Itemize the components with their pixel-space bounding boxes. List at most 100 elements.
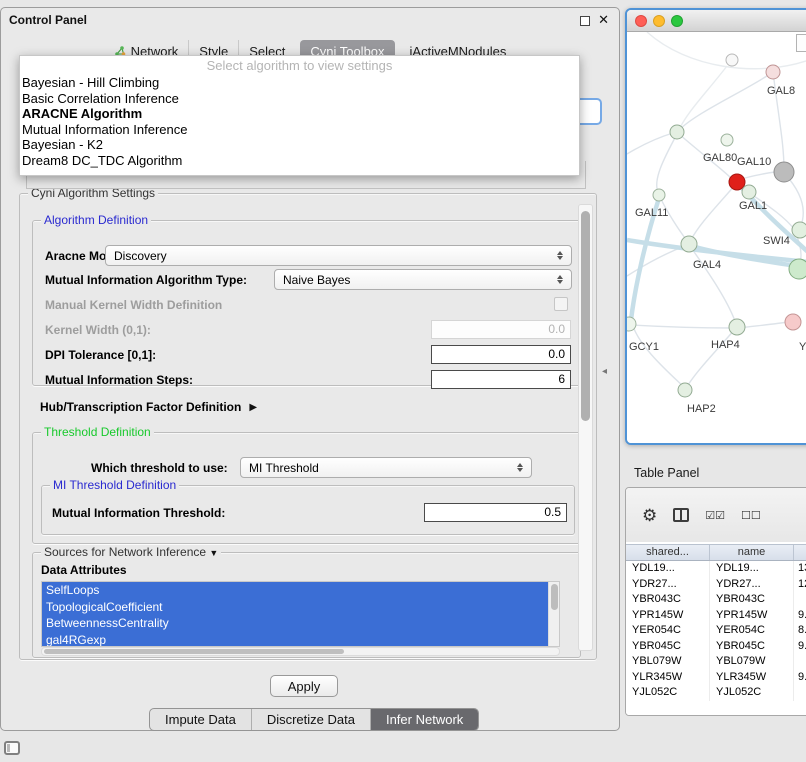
float-window-icon[interactable] [580,16,590,26]
zoom-traffic-light[interactable] [671,15,683,27]
algorithm-option[interactable]: Basic Correlation Inference [20,91,579,107]
aracne-mode-combobox[interactable]: Discovery [105,245,572,266]
which-threshold-combobox[interactable]: MI Threshold [240,457,532,478]
mi-threshold-label: Mutual Information Threshold: [52,506,225,520]
kernel-width-field: 0.0 [431,320,571,339]
node [681,236,697,252]
table-toolbar: ⚙ ☑☑ ☐☐ [626,488,806,542]
expand-right-icon: ▶ [249,402,257,413]
horizontal-scrollbar[interactable] [41,647,560,656]
collapse-down-icon: ▼ [209,548,218,558]
node-label: GAL1 [739,200,767,212]
algorithm-option[interactable]: Dream8 DC_TDC Algorithm [20,153,579,169]
node [670,125,684,139]
list-item-selected[interactable]: TopologicalCoefficient [42,599,559,616]
mi-threshold-definition-group: MI Threshold Definition Mutual Informati… [41,485,575,535]
settings-gear-icon[interactable]: ⚙ [642,507,657,524]
algorithm-option[interactable]: Bayesian - Hill Climbing [20,75,579,91]
dpi-tolerance-field[interactable]: 0.0 [431,345,571,364]
hub-definition-label: Hub/Transcription Factor Definition [40,400,241,414]
node-label: GAL80 [703,152,737,164]
table-row[interactable]: YBR045CYBR045C9. [626,639,806,655]
algorithm-combobox-fragment[interactable] [580,98,602,125]
table-row[interactable]: YBR043CYBR043C [626,592,806,608]
algorithm-option[interactable]: Mutual Information Inference [20,122,579,138]
deselect-columns-icon[interactable]: ☐☐ [741,509,761,522]
node [792,222,806,238]
table-row[interactable]: YDR27...YDR27...12 [626,577,806,593]
popup-placeholder: Select algorithm to view settings [20,56,579,75]
table-row[interactable]: YER054CYER054C8. [626,623,806,639]
hub-definition-toggle[interactable]: Hub/Transcription Factor Definition ▶ [40,400,257,414]
table-panel-window: ⚙ ☑☑ ☐☐ shared... name YDL19...YDL19...1… [625,487,806,716]
column-header-partial[interactable] [794,545,806,560]
node-label: GAL11 [635,207,668,219]
combobox-value: Discovery [106,249,552,263]
mi-steps-field[interactable]: 6 [431,370,571,389]
sources-title: Sources for Network Inference [44,545,206,559]
tab-infer-network[interactable]: Infer Network [370,709,478,730]
network-window-titlebar [627,10,806,32]
select-columns-icon[interactable]: ☑☑ [705,509,725,522]
table-row[interactable]: YBL079WYBL079W [626,654,806,670]
node [726,54,738,66]
node-label: Y [799,341,806,353]
column-header-shared-name[interactable]: shared... [626,545,710,560]
node [729,319,745,335]
kernel-width-label: Kernel Width (0,1): [45,323,151,337]
list-item-selected[interactable]: BetweennessCentrality [42,615,559,632]
table-row[interactable]: YDL19...YDL19...13 [626,561,806,577]
algorithm-dropdown-popup: Select algorithm to view settings Bayesi… [19,55,580,176]
scrollbar-thumb[interactable] [581,211,590,421]
node-label: GAL8 [767,85,795,97]
network-view-window: GAL8 GAL80 GAL10 GAL11 GAL1 SWI4 GAL4 GC… [625,8,806,445]
node [678,383,692,397]
column-header-name[interactable]: name [710,545,794,560]
group-title: Algorithm Definition [41,213,151,227]
bottom-tab-bar: Impute Data Discretize Data Infer Networ… [149,708,479,731]
node [789,259,806,279]
node-pink [785,314,801,330]
data-attributes-label: Data Attributes [41,563,127,577]
algorithm-definition-group: Algorithm Definition Aracne Mode: Discov… [32,220,581,386]
combobox-value: Naive Bayes [275,273,552,287]
combobox-stepper-icon [552,248,567,264]
threshold-definition-group: Threshold Definition Which threshold to … [32,432,581,544]
which-threshold-label: Which threshold to use: [91,461,228,475]
apply-button[interactable]: Apply [270,675,338,697]
close-traffic-light[interactable] [635,15,647,27]
mi-steps-label: Mutual Information Steps: [45,373,193,387]
sources-toggle[interactable]: Sources for Network Inference ▼ [41,545,221,560]
list-item-selected[interactable]: SelfLoops [42,582,559,599]
algorithm-option[interactable]: Bayesian - K2 [20,137,579,153]
control-panel-titlebar: Control Panel ✕ [1,8,619,34]
restore-panel-icon[interactable] [4,741,20,755]
mi-threshold-field[interactable]: 0.5 [424,503,567,522]
table-row[interactable]: YLR345WYLR345W9. [626,670,806,686]
scrollbar-thumb[interactable] [551,584,558,610]
scrollbar-thumb[interactable] [44,649,344,654]
node [742,185,756,199]
table-row[interactable]: YJL052CYJL052C [626,685,806,701]
columns-icon[interactable] [673,508,689,522]
dpi-tolerance-label: DPI Tolerance [0,1]: [45,348,156,362]
node-red [729,174,745,190]
combobox-stepper-icon [512,460,527,476]
settings-scrollbar[interactable] [578,204,593,651]
node-label: GCY1 [629,341,659,353]
node-label: GAL10 [737,156,771,168]
table-row[interactable]: YPR145WYPR145W9. [626,608,806,624]
tab-discretize-data[interactable]: Discretize Data [251,709,370,730]
minimize-traffic-light[interactable] [653,15,665,27]
algorithm-option-selected[interactable]: ARACNE Algorithm [20,106,579,122]
combobox-stepper-icon [552,272,567,288]
mi-algorithm-type-combobox[interactable]: Naive Bayes [274,269,572,290]
network-canvas[interactable]: GAL8 GAL80 GAL10 GAL11 GAL1 SWI4 GAL4 GC… [627,32,806,443]
tab-impute-data[interactable]: Impute Data [150,709,251,730]
close-icon[interactable]: ✕ [598,12,609,28]
list-scrollbar[interactable] [548,582,559,646]
panel-collapse-arrow[interactable]: ◂ [602,366,607,377]
table-body: YDL19...YDL19...13 YDR27...YDR27...12 YB… [626,561,806,715]
list-item-selected[interactable]: gal4RGexp [42,632,559,648]
node [721,134,733,146]
